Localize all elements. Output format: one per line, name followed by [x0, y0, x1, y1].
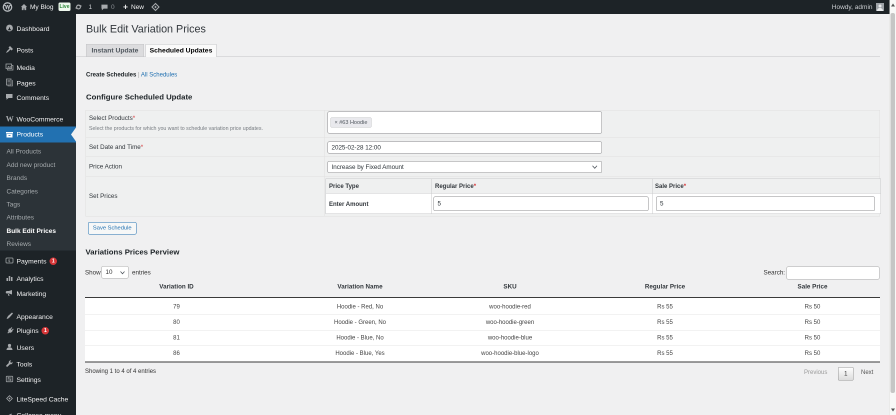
- svg-text:$: $: [8, 258, 11, 263]
